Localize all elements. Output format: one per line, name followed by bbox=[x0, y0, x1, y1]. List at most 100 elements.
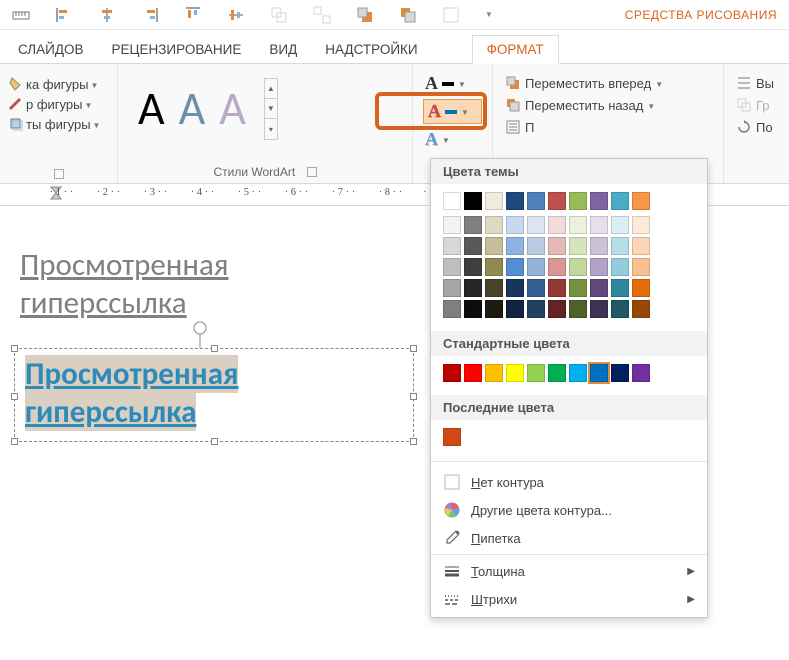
color-swatch[interactable] bbox=[632, 364, 650, 382]
selected-link-line1[interactable]: Просмотренная bbox=[25, 355, 238, 393]
color-swatch[interactable] bbox=[443, 279, 461, 297]
tab-view[interactable]: ВИД bbox=[255, 36, 311, 63]
color-swatch[interactable] bbox=[485, 279, 503, 297]
dashes-item[interactable]: Штрихи ▶ bbox=[431, 585, 707, 613]
wordart-dialog-launcher[interactable] bbox=[307, 167, 317, 177]
group-button[interactable]: Гр bbox=[734, 96, 769, 114]
shape-effects-button[interactable]: ты фигуры▼ bbox=[8, 116, 109, 132]
weight-item[interactable]: Толщина ▶ bbox=[431, 557, 707, 585]
color-swatch[interactable] bbox=[443, 300, 461, 318]
more-colors-item[interactable]: Другие цвета контура... bbox=[431, 496, 707, 524]
color-swatch[interactable] bbox=[485, 364, 503, 382]
color-swatch[interactable] bbox=[485, 237, 503, 255]
color-swatch[interactable] bbox=[443, 237, 461, 255]
color-swatch[interactable] bbox=[632, 279, 650, 297]
color-swatch[interactable] bbox=[569, 300, 587, 318]
color-swatch[interactable] bbox=[548, 192, 566, 210]
color-swatch[interactable] bbox=[548, 300, 566, 318]
color-swatch[interactable] bbox=[590, 237, 608, 255]
color-swatch[interactable] bbox=[506, 192, 524, 210]
shape-styles-dialog-launcher[interactable] bbox=[54, 169, 64, 179]
color-swatch[interactable] bbox=[569, 364, 587, 382]
color-swatch[interactable] bbox=[464, 216, 482, 234]
color-swatch[interactable] bbox=[485, 258, 503, 276]
color-swatch[interactable] bbox=[611, 279, 629, 297]
color-swatch[interactable] bbox=[506, 237, 524, 255]
color-swatch[interactable] bbox=[590, 279, 608, 297]
bring-forward-button[interactable]: Переместить вперед▼ bbox=[503, 74, 713, 92]
color-swatch[interactable] bbox=[527, 279, 545, 297]
color-swatch[interactable] bbox=[569, 237, 587, 255]
color-swatch[interactable] bbox=[611, 258, 629, 276]
color-swatch[interactable] bbox=[569, 258, 587, 276]
text-effects-button[interactable]: A ▼ bbox=[423, 128, 482, 151]
color-swatch[interactable] bbox=[464, 300, 482, 318]
color-swatch[interactable] bbox=[548, 258, 566, 276]
color-swatch[interactable] bbox=[527, 216, 545, 234]
color-swatch[interactable] bbox=[464, 237, 482, 255]
color-swatch[interactable] bbox=[443, 258, 461, 276]
color-swatch[interactable] bbox=[464, 192, 482, 210]
color-swatch[interactable] bbox=[443, 216, 461, 234]
color-swatch[interactable] bbox=[548, 364, 566, 382]
color-swatch[interactable] bbox=[527, 300, 545, 318]
color-swatch[interactable] bbox=[632, 258, 650, 276]
color-swatch[interactable] bbox=[611, 192, 629, 210]
ungroup-icon[interactable] bbox=[313, 6, 331, 24]
color-swatch[interactable] bbox=[464, 279, 482, 297]
color-swatch[interactable] bbox=[569, 216, 587, 234]
align-center-icon[interactable] bbox=[98, 6, 116, 24]
color-swatch[interactable] bbox=[443, 428, 461, 446]
color-swatch[interactable] bbox=[569, 279, 587, 297]
align-right-icon[interactable] bbox=[141, 6, 159, 24]
color-swatch[interactable] bbox=[527, 192, 545, 210]
ruler-icon[interactable] bbox=[12, 6, 30, 24]
tab-slides[interactable]: СЛАЙДОВ bbox=[4, 36, 98, 63]
color-swatch[interactable] bbox=[506, 216, 524, 234]
color-swatch[interactable] bbox=[506, 300, 524, 318]
extra-icon[interactable] bbox=[442, 6, 460, 24]
color-swatch[interactable] bbox=[611, 300, 629, 318]
color-swatch[interactable] bbox=[548, 237, 566, 255]
color-swatch[interactable] bbox=[590, 192, 608, 210]
color-swatch[interactable] bbox=[632, 192, 650, 210]
selected-textbox[interactable]: Просмотренная гиперссылка bbox=[14, 348, 414, 442]
selection-pane-button[interactable]: П bbox=[503, 118, 713, 136]
group-icon[interactable] bbox=[270, 6, 288, 24]
tab-addins[interactable]: НАДСТРОЙКИ bbox=[311, 36, 431, 63]
selected-link-line2[interactable]: гиперссылка bbox=[25, 393, 196, 431]
shape-outline-button[interactable]: р фигуры▼ bbox=[8, 96, 109, 112]
color-swatch[interactable] bbox=[485, 192, 503, 210]
wordart-gallery[interactable]: А А А ▲▼▾ bbox=[126, 68, 404, 140]
shape-fill-button[interactable]: ка фигуры▼ bbox=[8, 76, 109, 92]
wordart-preset-3[interactable]: А bbox=[219, 86, 246, 132]
color-swatch[interactable] bbox=[506, 258, 524, 276]
color-swatch[interactable] bbox=[590, 364, 608, 382]
color-swatch[interactable] bbox=[590, 216, 608, 234]
color-swatch[interactable] bbox=[590, 300, 608, 318]
wordart-preset-2[interactable]: А bbox=[179, 86, 206, 132]
wordart-gallery-more[interactable]: ▲▼▾ bbox=[264, 78, 278, 140]
color-swatch[interactable] bbox=[632, 300, 650, 318]
color-swatch[interactable] bbox=[506, 364, 524, 382]
color-swatch[interactable] bbox=[611, 364, 629, 382]
color-swatch[interactable] bbox=[443, 192, 461, 210]
color-swatch[interactable] bbox=[590, 258, 608, 276]
color-swatch[interactable] bbox=[548, 279, 566, 297]
color-swatch[interactable] bbox=[485, 300, 503, 318]
tab-review[interactable]: РЕЦЕНЗИРОВАНИЕ bbox=[98, 36, 256, 63]
color-swatch[interactable] bbox=[548, 216, 566, 234]
align-left-icon[interactable] bbox=[55, 6, 73, 24]
color-swatch[interactable] bbox=[443, 364, 461, 382]
color-swatch[interactable] bbox=[527, 258, 545, 276]
color-swatch[interactable] bbox=[464, 364, 482, 382]
color-swatch[interactable] bbox=[611, 237, 629, 255]
rotate-handle-icon[interactable] bbox=[190, 320, 210, 350]
send-backward-icon[interactable] bbox=[399, 6, 417, 24]
color-swatch[interactable] bbox=[611, 216, 629, 234]
align-middle-icon[interactable] bbox=[227, 6, 245, 24]
send-backward-button[interactable]: Переместить назад▼ bbox=[503, 96, 713, 114]
color-swatch[interactable] bbox=[527, 364, 545, 382]
color-swatch[interactable] bbox=[527, 237, 545, 255]
eyedropper-item[interactable]: Пипетка bbox=[431, 524, 707, 552]
